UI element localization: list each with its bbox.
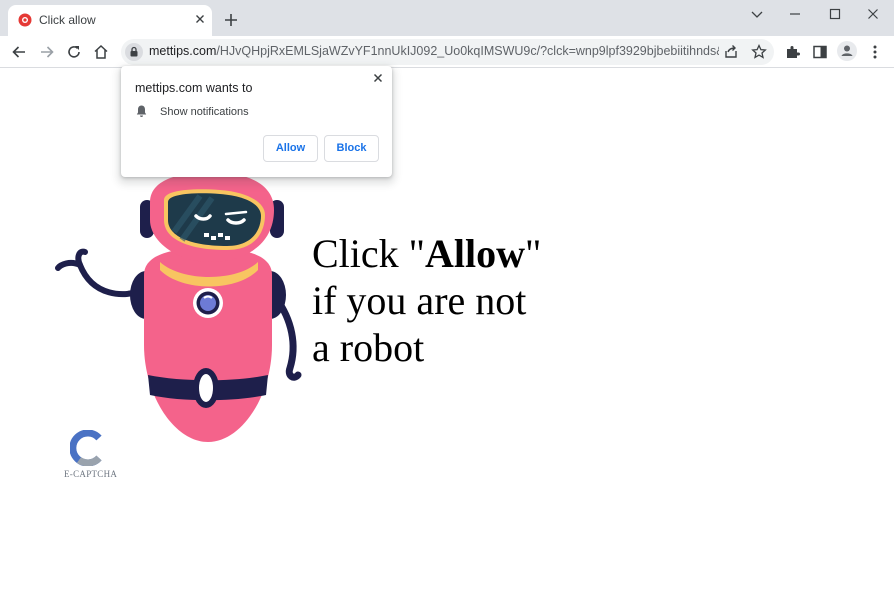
notification-permission-popup: mettips.com wants to Show notifications …: [121, 66, 392, 177]
headline-prefix: Click ": [312, 231, 425, 276]
new-tab-icon[interactable]: [222, 11, 240, 29]
more-menu-icon[interactable]: [866, 43, 884, 61]
robot-illustration: [55, 172, 302, 442]
tab-title: Click allow: [39, 13, 96, 27]
url-host: mettips.com: [149, 44, 217, 58]
forward-icon[interactable]: [37, 42, 57, 62]
back-icon[interactable]: [9, 42, 29, 62]
block-button[interactable]: Block: [324, 135, 379, 162]
bell-icon: [136, 105, 147, 117]
headline: Click "Allow" if you are not a robot: [312, 230, 541, 371]
headline-line-2: if you are not: [312, 278, 527, 323]
extensions-puzzle-icon[interactable]: [784, 43, 802, 61]
captcha-logo-icon: [70, 430, 102, 466]
home-icon[interactable]: [91, 42, 111, 62]
headline-line-1: Click "Allow": [312, 230, 541, 277]
headline-suffix: ": [525, 231, 542, 276]
minimize-icon[interactable]: [784, 6, 806, 22]
profile-avatar[interactable]: [837, 41, 857, 61]
side-panel-icon[interactable]: [811, 43, 829, 61]
tab-close-icon[interactable]: [192, 11, 208, 27]
favicon-icon: [18, 13, 32, 27]
share-icon[interactable]: [722, 43, 740, 61]
popup-close-icon[interactable]: [371, 71, 385, 85]
browser-toolbar: mettips.com/HJvQHpjRxEMLSjaWZvYF1nnUkIJ0…: [0, 36, 894, 68]
bookmark-star-icon[interactable]: [750, 43, 768, 61]
title-bar: Click allow: [0, 0, 894, 36]
allow-button[interactable]: Allow: [263, 135, 318, 162]
person-icon: [841, 45, 853, 56]
permission-item: Show notifications: [160, 106, 249, 118]
site-info-button[interactable]: [125, 43, 143, 61]
tab-search-chevron-icon[interactable]: [746, 6, 768, 22]
lock-icon: [130, 46, 138, 57]
headline-allow: Allow: [425, 231, 525, 276]
popup-title: mettips.com wants to: [135, 81, 253, 95]
captcha-label: E-CAPTCHA: [64, 469, 118, 479]
address-bar[interactable]: mettips.com/HJvQHpjRxEMLSjaWZvYF1nnUkIJ0…: [121, 39, 774, 65]
headline-line-3: a robot: [312, 325, 425, 370]
close-window-icon[interactable]: [862, 6, 884, 22]
url-text: mettips.com/HJvQHpjRxEMLSjaWZvYF1nnUkIJ0…: [149, 44, 719, 58]
maximize-icon[interactable]: [824, 6, 846, 22]
reload-icon[interactable]: [64, 42, 84, 62]
tab-click-allow[interactable]: Click allow: [8, 5, 212, 36]
url-path: /HJvQHpjRxEMLSjaWZvYF1nnUkIJ092_Uo0kqIMS…: [216, 44, 719, 58]
